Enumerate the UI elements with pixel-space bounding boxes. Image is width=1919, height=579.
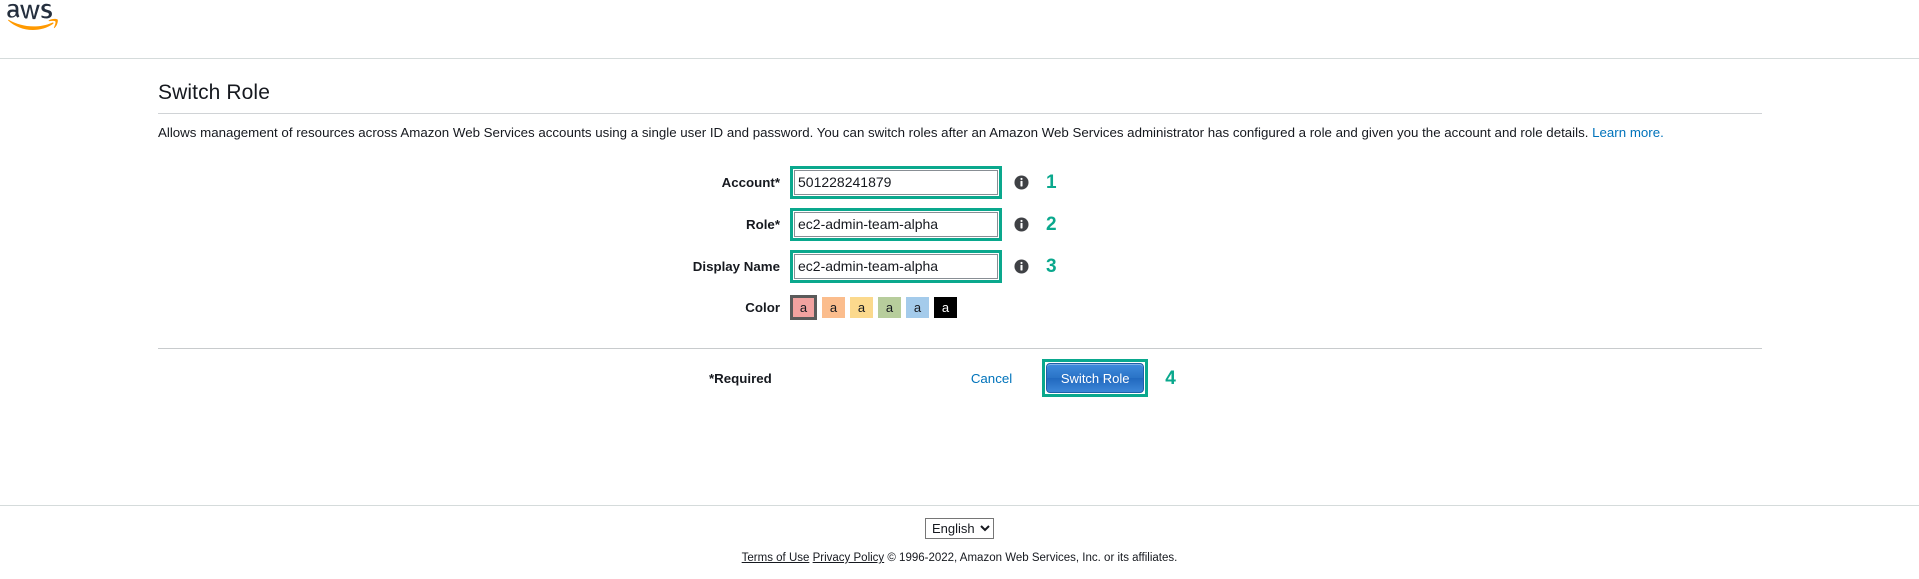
- learn-more-link[interactable]: Learn more.: [1592, 125, 1664, 140]
- annotation-number-1: 1: [1046, 171, 1057, 193]
- role-input-highlight: [790, 207, 1002, 241]
- description-text: Allows management of resources across Am…: [158, 125, 1593, 140]
- color-swatch-red[interactable]: a: [790, 294, 817, 320]
- page-footer: English Terms of Use Privacy Policy © 19…: [0, 505, 1919, 564]
- account-info-icon[interactable]: [1014, 174, 1029, 190]
- display-name-label: Display Name: [0, 259, 790, 274]
- switch-role-button[interactable]: Switch Role: [1046, 363, 1145, 393]
- role-label: Role*: [0, 217, 790, 232]
- color-label: Color: [745, 299, 780, 315]
- form-row-role: Role* 2: [0, 203, 1919, 245]
- account-label-text: Account: [721, 174, 775, 190]
- aws-logo[interactable]: [6, 2, 102, 54]
- switch-role-button-highlight: Switch Role: [1042, 359, 1149, 397]
- account-label: Account*: [0, 175, 790, 190]
- language-select[interactable]: English: [925, 518, 994, 539]
- account-input[interactable]: [794, 169, 998, 195]
- display-name-info-icon[interactable]: [1014, 258, 1029, 274]
- form-row-account: Account* 1: [0, 161, 1919, 203]
- annotation-number-2: 2: [1046, 213, 1057, 235]
- form-row-display-name: Display Name 3: [0, 245, 1919, 287]
- annotation-number-3: 3: [1046, 255, 1057, 277]
- privacy-policy-link[interactable]: Privacy Policy: [813, 552, 885, 564]
- account-required-mark: *: [774, 174, 780, 190]
- top-header-bar: [0, 0, 1919, 59]
- switch-role-form: Account* 1 Role*: [0, 161, 1919, 327]
- legal-line: Terms of Use Privacy Policy © 1996-2022,…: [0, 552, 1919, 564]
- actions-bar: *Required Cancel Switch Role 4: [0, 349, 1919, 407]
- main-content: Switch Role Allows management of resourc…: [0, 59, 1919, 407]
- copyright-text: © 1996-2022, Amazon Web Services, Inc. o…: [887, 552, 1178, 564]
- account-input-highlight: [790, 165, 1002, 199]
- color-swatch-group: aaaaaa: [790, 294, 957, 320]
- display-name-input[interactable]: [794, 253, 998, 279]
- color-swatch-blue[interactable]: a: [906, 296, 929, 318]
- color-swatch-yellow[interactable]: a: [850, 296, 873, 318]
- required-note: *Required: [709, 370, 772, 386]
- cancel-button[interactable]: Cancel: [971, 371, 1012, 386]
- annotation-number-4: 4: [1165, 367, 1176, 389]
- role-required-mark: *: [774, 216, 780, 232]
- page-description: Allows management of resources across Am…: [0, 114, 1758, 141]
- terms-of-use-link[interactable]: Terms of Use: [742, 552, 810, 564]
- page-title: Switch Role: [158, 81, 270, 104]
- role-input[interactable]: [794, 211, 998, 237]
- color-swatch-black[interactable]: a: [934, 296, 957, 318]
- display-name-input-highlight: [790, 249, 1002, 283]
- aws-logo-icon: [7, 3, 58, 30]
- color-swatch-orange[interactable]: a: [822, 296, 845, 318]
- form-row-color: Color aaaaaa: [0, 287, 1919, 327]
- role-label-text: Role: [745, 216, 775, 232]
- color-swatch-green[interactable]: a: [878, 296, 901, 318]
- role-info-icon[interactable]: [1014, 216, 1029, 232]
- display-name-label-text: Display Name: [692, 258, 780, 274]
